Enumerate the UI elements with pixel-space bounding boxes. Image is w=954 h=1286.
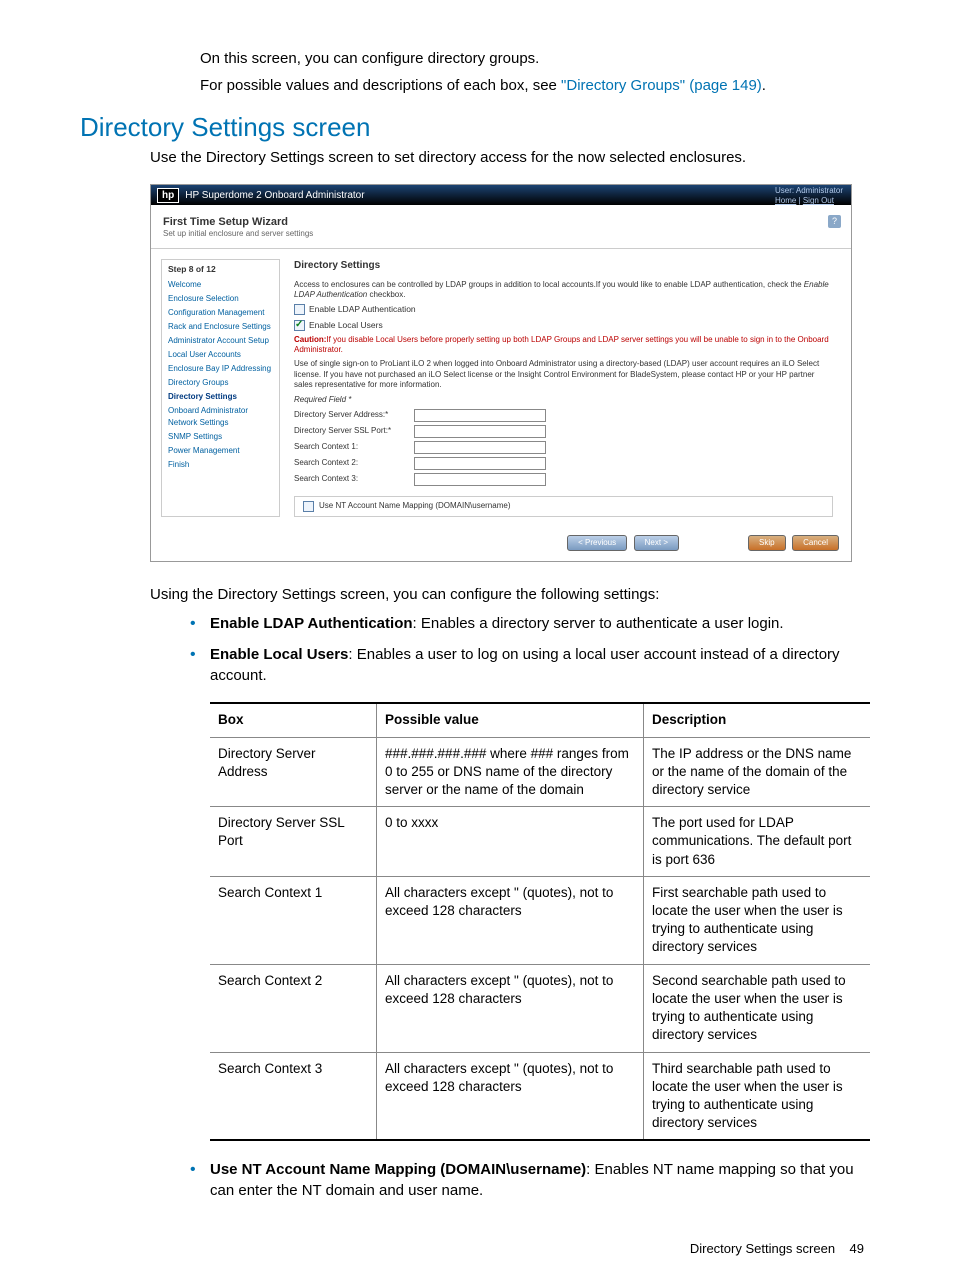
oa-header-title: HP Superdome 2 Onboard Administrator	[185, 189, 364, 202]
bullet-nt-mapping: Use NT Account Name Mapping (DOMAIN\user…	[170, 1159, 874, 1201]
settings-table: Box Possible value Description Directory…	[210, 702, 870, 1141]
checkbox-checked-icon[interactable]	[294, 320, 305, 331]
label-search-context-1: Search Context 1:	[294, 442, 414, 452]
row-search-context-2: Search Context 2:	[294, 457, 833, 470]
row-search-context-1: Search Context 1:	[294, 441, 833, 454]
caution-text: Caution:If you disable Local Users befor…	[294, 335, 833, 356]
input-search-context-1[interactable]	[414, 441, 546, 454]
label-dir-server-ssl-port: Directory Server SSL Port:*	[294, 426, 414, 436]
checkbox-icon[interactable]	[294, 304, 305, 315]
skip-button[interactable]: Skip	[748, 535, 786, 551]
row-dir-server-ssl-port: Directory Server SSL Port:*	[294, 425, 833, 438]
row-search-context-3: Search Context 3:	[294, 473, 833, 486]
th-description: Description	[644, 703, 871, 737]
sidebar-item-power[interactable]: Power Management	[168, 445, 273, 457]
nt-mapping-row[interactable]: Use NT Account Name Mapping (DOMAIN\user…	[294, 496, 833, 517]
table-row: Search Context 3 All characters except "…	[210, 1052, 870, 1140]
panel-intro: Access to enclosures can be controlled b…	[294, 280, 833, 301]
next-button[interactable]: Next >	[634, 535, 679, 551]
checkbox-icon[interactable]	[303, 501, 314, 512]
intro-line1: On this screen, you can configure direct…	[200, 50, 874, 67]
intro-line2-b: .	[762, 77, 766, 94]
oa-userinfo: User: Administrator Home | Sign Out	[775, 186, 843, 207]
oa-main: Directory Settings Access to enclosures …	[280, 259, 841, 517]
step-label: Step 8 of 12	[168, 264, 273, 275]
hp-logo-icon: hp	[157, 188, 179, 203]
intro-line2-a: For possible values and descriptions of …	[200, 77, 561, 94]
page-footer: Directory Settings screen 49	[80, 1241, 864, 1256]
sidebar-item-bay-ip[interactable]: Enclosure Bay IP Addressing	[168, 363, 273, 375]
row-dir-server-address: Directory Server Address:*	[294, 409, 833, 422]
post-screenshot-intro: Using the Directory Settings screen, you…	[150, 586, 874, 603]
input-search-context-3[interactable]	[414, 473, 546, 486]
sidebar-item-config-mgmt[interactable]: Configuration Management	[168, 307, 273, 319]
sidebar-item-directory-settings[interactable]: Directory Settings	[168, 391, 273, 403]
nt-mapping-label: Use NT Account Name Mapping (DOMAIN\user…	[319, 501, 510, 511]
page-number: 49	[850, 1241, 864, 1256]
bullet-enable-local-users: Enable Local Users: Enables a user to lo…	[170, 644, 874, 686]
oa-header: hp HP Superdome 2 Onboard Administrator …	[151, 185, 851, 205]
th-possible-value: Possible value	[377, 703, 644, 737]
th-box: Box	[210, 703, 377, 737]
cancel-button[interactable]: Cancel	[792, 535, 839, 551]
sso-note: Use of single sign-on to ProLiant iLO 2 …	[294, 359, 833, 390]
footer-label: Directory Settings screen	[690, 1241, 835, 1256]
input-dir-server-address[interactable]	[414, 409, 546, 422]
previous-button[interactable]: < Previous	[567, 535, 627, 551]
sidebar-item-snmp[interactable]: SNMP Settings	[168, 431, 273, 443]
user-label: User: Administrator	[775, 186, 843, 196]
sidebar-item-directory-groups[interactable]: Directory Groups	[168, 377, 273, 389]
wizard-bar: First Time Setup Wizard Set up initial e…	[151, 205, 851, 249]
settings-list-bottom: Use NT Account Name Mapping (DOMAIN\user…	[170, 1159, 874, 1201]
sidebar-item-local-users[interactable]: Local User Accounts	[168, 349, 273, 361]
enable-ldap-label: Enable LDAP Authentication	[309, 304, 416, 315]
table-row: Search Context 2 All characters except "…	[210, 964, 870, 1052]
required-field-note: Required Field *	[294, 395, 833, 405]
section-title: Directory Settings screen	[80, 112, 874, 143]
sidebar-item-oa-network[interactable]: Onboard Administrator Network Settings	[168, 405, 273, 429]
wizard-sidebar: Step 8 of 12 Welcome Enclosure Selection…	[161, 259, 280, 517]
input-dir-server-ssl-port[interactable]	[414, 425, 546, 438]
sidebar-item-admin-account[interactable]: Administrator Account Setup	[168, 335, 273, 347]
intro-line2: For possible values and descriptions of …	[200, 77, 874, 94]
wizard-title: First Time Setup Wizard	[163, 215, 839, 229]
sidebar-item-welcome[interactable]: Welcome	[168, 279, 273, 291]
enable-local-users-checkbox-row[interactable]: Enable Local Users	[294, 320, 833, 331]
oa-screenshot: hp HP Superdome 2 Onboard Administrator …	[150, 184, 852, 562]
help-icon[interactable]: ?	[828, 215, 841, 228]
sidebar-item-rack-enclosure[interactable]: Rack and Enclosure Settings	[168, 321, 273, 333]
button-bar: < Previous Next > Skip Cancel	[151, 527, 851, 561]
wizard-subtitle: Set up initial enclosure and server sett…	[163, 229, 839, 239]
settings-list-top: Enable LDAP Authentication: Enables a di…	[170, 613, 874, 686]
table-header-row: Box Possible value Description	[210, 703, 870, 737]
enable-ldap-checkbox-row[interactable]: Enable LDAP Authentication	[294, 304, 833, 315]
panel-heading: Directory Settings	[294, 259, 833, 272]
label-search-context-3: Search Context 3:	[294, 474, 414, 484]
table-row: Search Context 1 All characters except "…	[210, 876, 870, 964]
label-dir-server-address: Directory Server Address:*	[294, 410, 414, 420]
bullet-enable-ldap: Enable LDAP Authentication: Enables a di…	[170, 613, 874, 634]
label-search-context-2: Search Context 2:	[294, 458, 414, 468]
table-row: Directory Server Address ###.###.###.###…	[210, 737, 870, 807]
sidebar-item-finish[interactable]: Finish	[168, 459, 273, 471]
enable-local-users-label: Enable Local Users	[309, 320, 383, 331]
section-subtitle: Use the Directory Settings screen to set…	[150, 149, 874, 166]
input-search-context-2[interactable]	[414, 457, 546, 470]
table-row: Directory Server SSL Port 0 to xxxx The …	[210, 807, 870, 877]
sidebar-item-enclosure-selection[interactable]: Enclosure Selection	[168, 293, 273, 305]
intro-link[interactable]: "Directory Groups" (page 149)	[561, 77, 762, 94]
